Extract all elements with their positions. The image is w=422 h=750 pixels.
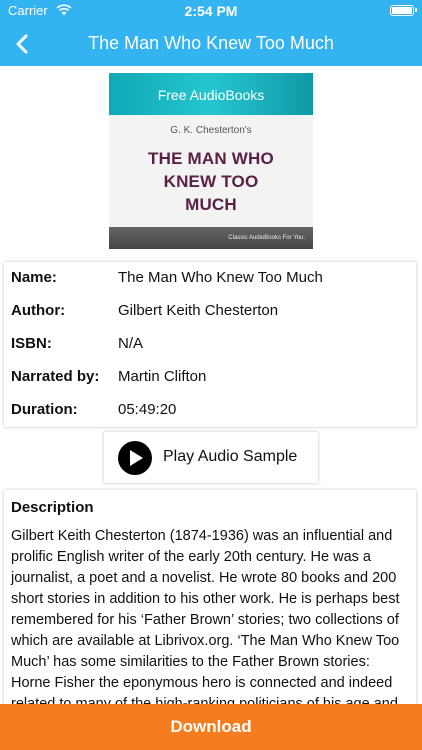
book-cover-image: Free AudioBooks G. K. Chesterton's THE M…: [109, 73, 313, 249]
cover-band: Free AudioBooks: [109, 73, 313, 115]
cover-footer: Classic AudioBooks For You.: [109, 227, 313, 249]
info-value: Gilbert Keith Chesterton: [118, 302, 279, 319]
navigation-bar: The Man Who Knew Too Much: [0, 22, 422, 66]
info-label: Narrated by:: [11, 368, 100, 385]
clock: 2:54 PM: [184, 3, 238, 19]
info-row-isbn: ISBN: N/A: [4, 328, 416, 361]
book-info-card: Name: The Man Who Knew Too Much Author: …: [4, 262, 416, 427]
cover-title-line: KNEW TOO: [163, 172, 259, 191]
info-label: Author:: [11, 302, 66, 319]
info-value: The Man Who Knew Too Much: [118, 269, 323, 286]
play-button-label: Play Audio Sample: [163, 448, 298, 465]
description-heading: Description: [11, 499, 94, 516]
play-audio-sample-button[interactable]: Play Audio Sample: [104, 432, 318, 483]
cover-title-line: THE MAN WHO: [148, 149, 274, 168]
battery-icon: [390, 5, 417, 16]
page-title: The Man Who Knew Too Much: [88, 33, 334, 53]
info-row-narrator: Narrated by: Martin Clifton: [4, 361, 416, 394]
status-bar: Carrier 2:54 PM: [0, 0, 422, 22]
play-icon: [130, 450, 143, 466]
info-value: 05:49:20: [118, 401, 177, 418]
info-label: Name:: [11, 269, 57, 286]
info-row-author: Author: Gilbert Keith Chesterton: [4, 295, 416, 328]
info-label: ISBN:: [11, 335, 52, 352]
download-button[interactable]: Download: [0, 704, 422, 750]
info-row-duration: Duration: 05:49:20: [4, 394, 416, 427]
cover-title-line: MUCH: [185, 195, 237, 214]
info-row-name: Name: The Man Who Knew Too Much: [4, 262, 416, 295]
info-value: N/A: [118, 335, 144, 352]
play-circle-icon: [118, 441, 152, 475]
info-label: Duration:: [11, 401, 78, 418]
info-value: Martin Clifton: [118, 368, 207, 385]
cover-title: THE MAN WHO KNEW TOO MUCH: [109, 147, 313, 216]
cover-author: G. K. Chesterton's: [170, 125, 252, 136]
